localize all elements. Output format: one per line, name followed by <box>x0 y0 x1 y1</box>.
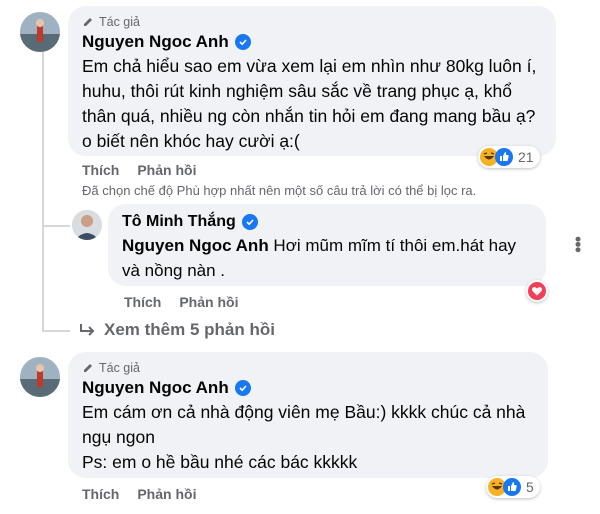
like-button[interactable]: Thích <box>82 162 119 178</box>
filter-notice: Đã chọn chế độ Phù hợp nhất nên một số c… <box>82 183 477 198</box>
comment-author[interactable]: Nguyen Ngoc Anh <box>82 32 229 52</box>
more-branch-line <box>42 330 70 332</box>
reaction-count: 5 <box>526 479 534 495</box>
reply-actions: Thích Phản hồi <box>124 294 238 310</box>
author-badge: Tác giả <box>82 15 542 29</box>
pen-icon <box>84 364 92 372</box>
like-icon <box>503 478 521 496</box>
like-button[interactable]: Thích <box>124 294 161 310</box>
reply-bubble: Tô Minh Thắng Nguyen Ngoc Anh Hơi mũm mĩ… <box>108 204 546 286</box>
author-badge-label: Tác giả <box>99 15 140 29</box>
thread-line <box>42 52 44 332</box>
comment-text: Em chả hiểu sao em vừa xem lại em nhìn n… <box>82 56 537 151</box>
comment-actions: Thích Phản hồi <box>82 486 196 502</box>
reply-author[interactable]: Tô Minh Thắng <box>122 213 236 231</box>
reply-arrow-icon <box>80 324 95 336</box>
reply-reaction[interactable] <box>526 280 548 302</box>
reply-text: Nguyen Ngoc Anh Hơi mũm mĩm tí thôi em.h… <box>122 233 532 283</box>
comment-text: Em cám ơn cả nhà động viên mẹ Bầu:) kkkk… <box>82 402 526 472</box>
verified-icon <box>241 214 258 230</box>
verified-icon <box>234 34 251 50</box>
reply-button[interactable]: Phản hồi <box>137 162 196 178</box>
like-icon <box>495 148 513 166</box>
comment-author[interactable]: Nguyen Ngoc Anh <box>82 378 229 398</box>
reaction-count: 21 <box>518 149 534 165</box>
more-options-icon[interactable]: ••• <box>567 236 588 252</box>
reply-avatar[interactable] <box>72 210 102 240</box>
author-avatar[interactable] <box>20 357 60 397</box>
love-icon <box>528 282 546 300</box>
reaction-summary[interactable]: 21 <box>478 146 540 168</box>
view-more-label: Xem thêm 5 phản hồi <box>104 320 275 339</box>
reply-button[interactable]: Phản hồi <box>179 294 238 310</box>
comment-actions: Thích Phản hồi <box>82 162 196 178</box>
comment-bubble: Tác giả Nguyen Ngoc Anh Em chả hiểu sao … <box>68 6 556 156</box>
reply-mention[interactable]: Nguyen Ngoc Anh <box>122 236 269 255</box>
comment-bubble: Tác giả Nguyen Ngoc Anh Em cám ơn cả nhà… <box>68 352 548 478</box>
author-badge: Tác giả <box>82 361 534 375</box>
reply-button[interactable]: Phản hồi <box>137 486 196 502</box>
reply-branch-line <box>42 225 70 227</box>
pen-icon <box>84 18 92 26</box>
view-more-replies[interactable]: Xem thêm 5 phản hồi <box>78 320 275 340</box>
author-badge-label: Tác giả <box>99 361 140 375</box>
like-button[interactable]: Thích <box>82 486 119 502</box>
author-avatar[interactable] <box>20 12 60 52</box>
verified-icon <box>234 380 251 396</box>
reaction-summary[interactable]: 5 <box>486 476 540 498</box>
